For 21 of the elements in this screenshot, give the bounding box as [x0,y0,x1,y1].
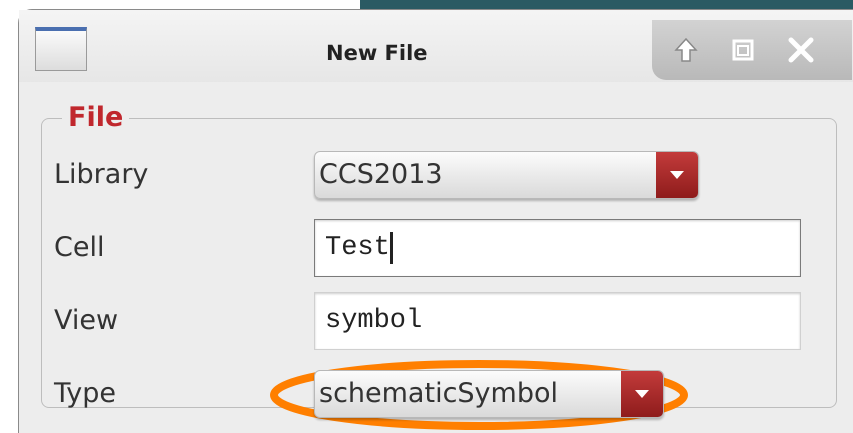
field-label: View [53,304,120,338]
dropdown-value: CCS2013 [318,158,444,192]
caret-icon [634,389,650,399]
dropdown-arrow-button[interactable] [621,371,663,417]
field-label: Type [52,376,118,411]
input-field[interactable]: Test [314,219,801,277]
group-title: File [67,101,124,135]
dropdown-arrow-button[interactable] [656,152,698,198]
caret-icon [669,170,685,180]
window-title: New File [326,40,428,67]
dropdown-value: schematicSymbol [318,376,559,411]
field-label: Cell [53,230,106,265]
maximize-icon[interactable] [732,39,754,61]
text-cursor [390,232,393,264]
arrow-up-icon[interactable] [674,37,698,63]
input-field[interactable]: symbol [314,292,801,350]
dropdown[interactable]: CCS2013 [314,151,699,199]
close-icon[interactable] [788,37,814,63]
dropdown[interactable]: schematicSymbol [314,370,664,418]
window-icon [35,27,87,71]
field-label: Library [53,158,150,192]
